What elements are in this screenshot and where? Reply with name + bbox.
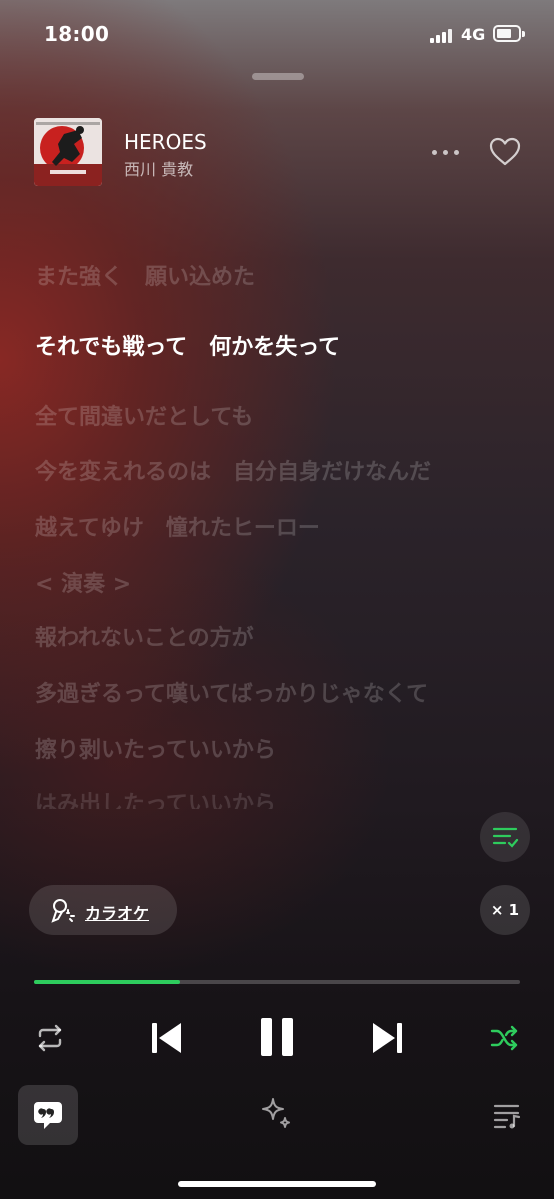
repeat-icon[interactable] — [34, 1022, 66, 1054]
track-title: HEROES — [124, 130, 207, 154]
network-type: 4G — [461, 25, 486, 44]
lyric-line[interactable]: 擦り剥いたっていいから — [35, 735, 455, 767]
lyric-line[interactable]: 越えてゆけ 憧れたヒーロー — [35, 513, 455, 545]
lyrics-list[interactable]: また強く 願い込めた それでも戦って 何かを失って 全て間違いだとしても 今を変… — [35, 262, 455, 809]
more-options-icon[interactable] — [430, 140, 462, 164]
karaoke-button[interactable]: カラオケ — [29, 885, 177, 935]
battery-icon — [493, 25, 525, 42]
lyrics-list-icon — [492, 827, 519, 848]
lyric-interlude[interactable]: < 演奏 > — [35, 569, 455, 601]
lyric-line[interactable]: また強く 願い込めた — [35, 262, 455, 294]
karaoke-mic-icon — [51, 899, 75, 923]
heart-icon[interactable] — [488, 136, 522, 168]
pause-icon[interactable] — [258, 1016, 296, 1058]
track-header: HEROES 西川 貴教 — [0, 110, 554, 196]
shuffle-icon[interactable] — [488, 1022, 520, 1054]
lyric-line[interactable]: はみ出したっていいから — [35, 789, 455, 809]
track-artist[interactable]: 西川 貴教 — [124, 156, 193, 180]
signal-icon — [430, 29, 454, 43]
sheet-grabber[interactable] — [252, 73, 304, 80]
lyrics-sync-button[interactable] — [480, 812, 530, 862]
sparkle-icon[interactable] — [258, 1096, 294, 1132]
home-indicator[interactable] — [178, 1181, 376, 1187]
skip-previous-icon[interactable] — [150, 1020, 184, 1056]
queue-icon[interactable] — [492, 1100, 522, 1130]
status-time: 18:00 — [44, 22, 110, 46]
lyrics-quote-button[interactable] — [18, 1085, 78, 1145]
skip-next-icon[interactable] — [370, 1020, 404, 1056]
lyric-line[interactable]: 多過ぎるって嘆いてばっかりじゃなくて — [35, 679, 455, 711]
karaoke-label: カラオケ — [85, 904, 150, 923]
status-bar: 18:00 4G — [0, 0, 554, 70]
playback-speed-button[interactable]: × 1 — [480, 885, 530, 935]
lyric-line[interactable]: 報われないことの方が — [35, 623, 455, 655]
progress-bar[interactable] — [34, 980, 520, 984]
lyric-line-active[interactable]: それでも戦って 何かを失って — [35, 332, 455, 364]
lyric-line[interactable]: 今を変えれるのは 自分自身だけなんだ — [35, 457, 455, 489]
album-art[interactable] — [34, 118, 102, 186]
lyric-line[interactable]: 全て間違いだとしても — [35, 402, 455, 434]
quote-bubble-icon — [34, 1102, 62, 1129]
progress-fill — [34, 980, 180, 984]
